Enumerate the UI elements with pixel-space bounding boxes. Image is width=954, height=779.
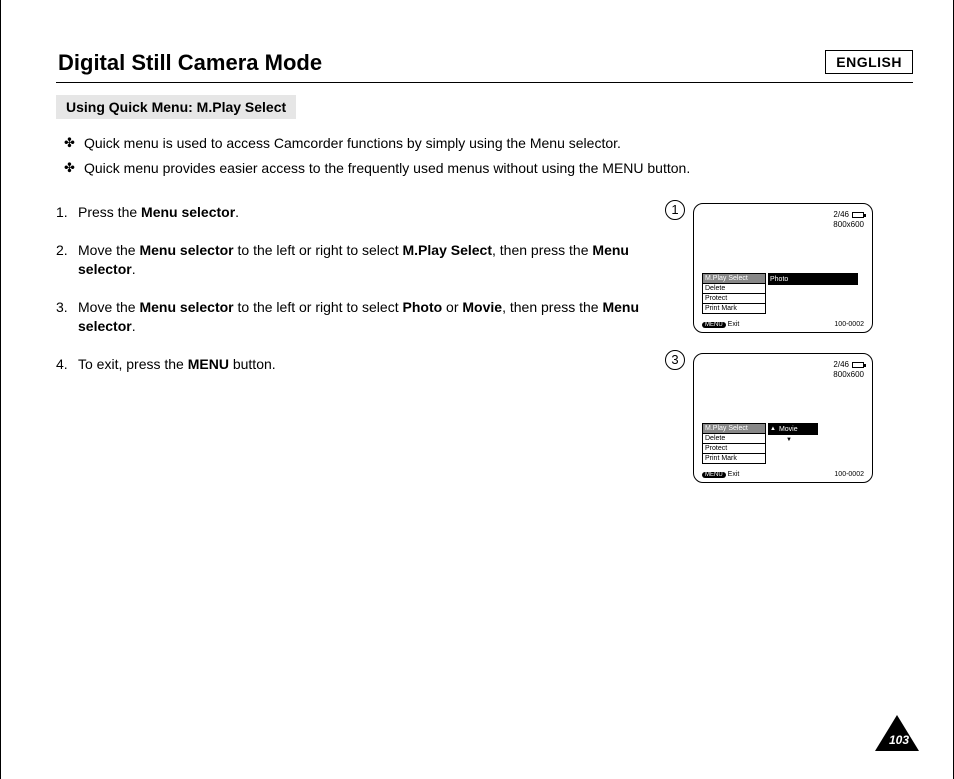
lcd-resolution: 800x600 [833,220,864,229]
lcd-menu-item: Protect [703,444,766,454]
lcd-option-value: Photo [768,273,858,285]
step-term: Menu selector [139,299,233,315]
lcd-menu-button-icon: MENU [702,472,726,478]
step-term: Menu selector [141,204,235,220]
language-indicator: ENGLISH [825,50,913,74]
page-title: Digital Still Camera Mode [56,50,913,76]
lcd-resolution: 800x600 [833,370,864,379]
arrow-down-icon: ▼ [786,437,792,443]
intro-item: Quick menu provides easier access to the… [56,158,913,179]
lcd-menu-item-selected: M.Play Select [703,424,766,434]
section-subtitle: Using Quick Menu: M.Play Select [56,95,296,119]
intro-list: Quick menu is used to access Camcorder f… [56,133,913,179]
arrow-up-icon: ▲ [770,426,776,432]
step-item: Move the Menu selector to the left or ri… [56,241,673,280]
intro-item: Quick menu is used to access Camcorder f… [56,133,913,154]
step-text: . [132,261,136,277]
step-text: Move the [78,299,139,315]
step-text: . [235,204,239,220]
lcd-file-number: 100-0002 [834,471,864,478]
lcd-option-text: Photo [770,276,788,283]
step-text: . [132,318,136,334]
lcd-menu-item: Print Mark [703,454,766,464]
lcd-exit-label: Exit [728,321,740,328]
step-term: Photo [403,299,443,315]
lcd-screen: 2/46 800x600 Photo M.Play Select Delete … [693,203,873,333]
diagram-step-badge: 3 [665,350,685,370]
lcd-menu-item: Print Mark [703,304,766,314]
step-text: or [442,299,462,315]
lcd-quick-menu: ▲Movie ▼ M.Play Select Delete Protect Pr… [702,423,852,464]
lcd-quick-menu: Photo M.Play Select Delete Protect Print… [702,273,852,314]
battery-icon [852,362,864,368]
lcd-file-number: 100-0002 [834,321,864,328]
step-item: Press the Menu selector. [56,203,673,223]
lcd-exit-label: Exit [728,471,740,478]
step-text: To exit, press the [78,356,188,372]
step-text: to the left or right to select [234,242,403,258]
lcd-option-value: ▲Movie [768,423,818,435]
step-term: Movie [462,299,502,315]
step-term: MENU [188,356,229,372]
lcd-option-text: Movie [779,426,798,433]
step-item: To exit, press the MENU button. [56,355,673,375]
step-term: Menu selector [139,242,233,258]
lcd-menu-button-icon: MENU [702,322,726,328]
diagram-3: 3 2/46 800x600 ▲Movie ▼ M.Play Select De… [693,353,913,483]
step-text: , then press the [502,299,602,315]
lcd-menu-item: Delete [703,284,766,294]
battery-icon [852,212,864,218]
steps-list: Press the Menu selector. Move the Menu s… [56,203,673,393]
lcd-menu-item: Protect [703,294,766,304]
lcd-menu-item-selected: M.Play Select [703,274,766,284]
step-term: M.Play Select [403,242,493,258]
step-text: to the left or right to select [234,299,403,315]
step-text: Press the [78,204,141,220]
lcd-menu-item: Delete [703,434,766,444]
diagram-step-badge: 1 [665,200,685,220]
step-text: , then press the [492,242,592,258]
step-item: Move the Menu selector to the left or ri… [56,298,673,337]
lcd-counter: 2/46 [833,210,849,219]
lcd-counter: 2/46 [833,360,849,369]
step-text: Move the [78,242,139,258]
step-text: button. [229,356,276,372]
title-divider [56,82,913,83]
page-number: 103 [889,733,909,747]
diagram-1: 1 2/46 800x600 Photo M.Play Select Delet… [693,203,913,333]
lcd-screen: 2/46 800x600 ▲Movie ▼ M.Play Select Dele… [693,353,873,483]
